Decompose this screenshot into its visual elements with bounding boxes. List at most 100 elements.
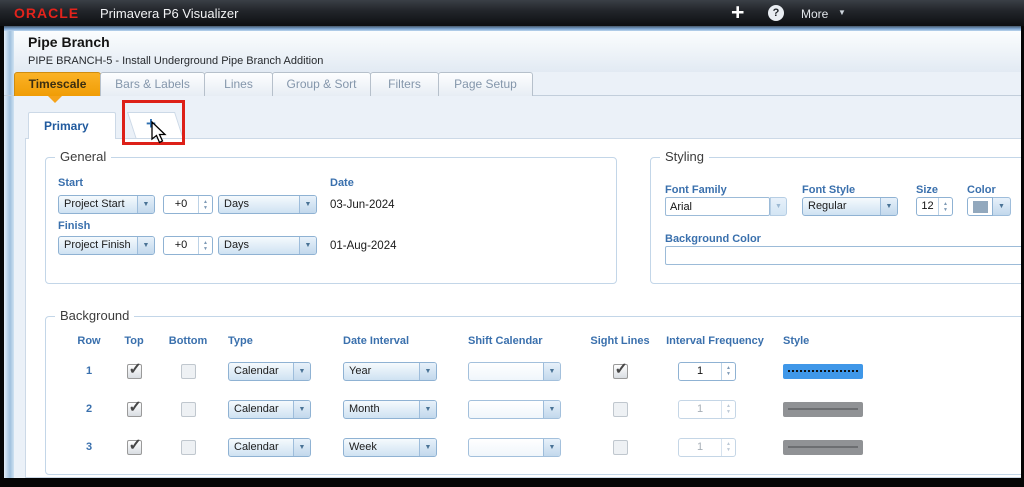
sight-lines-checkbox[interactable]: [612, 401, 628, 417]
finish-date-value: 01-Aug-2024: [330, 240, 397, 252]
chevron-down-icon[interactable]: ▼: [838, 8, 846, 17]
finish-anchor-select[interactable]: Project Finish: [58, 236, 155, 255]
help-icon[interactable]: ?: [768, 5, 784, 21]
style-button[interactable]: [783, 363, 863, 379]
top-checkbox[interactable]: [126, 397, 142, 417]
chevron-down-icon[interactable]: [299, 196, 316, 213]
start-anchor-value: Project Start: [64, 198, 125, 210]
page-title: Pipe Branch: [28, 34, 110, 50]
tab-filters[interactable]: Filters: [370, 72, 439, 96]
finish-unit-select[interactable]: Days: [218, 236, 317, 255]
date-label: Date: [330, 177, 354, 189]
chevron-down-icon[interactable]: [993, 197, 1011, 216]
bottom-checkbox[interactable]: [180, 439, 196, 455]
chevron-down-icon[interactable]: [419, 438, 436, 456]
background-table-header: Row Top Bottom Type Date Interval Shift …: [68, 330, 880, 352]
bottom-checkbox[interactable]: [180, 401, 196, 417]
table-cell: Calendar: [218, 428, 335, 466]
shift-calendar-select[interactable]: [468, 437, 561, 457]
font-size-stepper[interactable]: 12: [916, 197, 953, 216]
color-well[interactable]: [967, 197, 993, 216]
chevron-down-icon[interactable]: [419, 400, 436, 418]
chevron-down-icon[interactable]: [419, 362, 436, 380]
chevron-down-icon[interactable]: [293, 400, 310, 418]
chevron-down-icon[interactable]: [293, 362, 310, 380]
bottom-checkbox[interactable]: [180, 363, 196, 379]
app-title: Primavera P6 Visualizer: [100, 6, 239, 21]
style-button[interactable]: [783, 401, 863, 417]
shift-calendar-select[interactable]: [468, 361, 561, 381]
shift-calendar-select-value: [469, 401, 543, 418]
font-style-label: Font Style: [802, 184, 856, 196]
chevron-down-icon[interactable]: [137, 196, 154, 213]
column-row: Row: [77, 335, 101, 347]
type-select[interactable]: Calendar: [228, 437, 311, 457]
background-color-input[interactable]: [665, 246, 1024, 265]
sight-lines-checkbox[interactable]: [612, 359, 628, 379]
chevron-down-icon[interactable]: [293, 438, 310, 456]
more-menu[interactable]: More: [801, 7, 828, 21]
background-table: Row Top Bottom Type Date Interval Shift …: [68, 330, 880, 466]
window-border-left: [0, 26, 4, 487]
font-style-select[interactable]: Regular: [802, 197, 898, 216]
chevron-down-icon[interactable]: [299, 237, 316, 254]
style-button[interactable]: [783, 439, 863, 455]
tab-timescale[interactable]: Timescale: [14, 72, 101, 96]
table-cell: Calendar: [218, 390, 335, 428]
font-family-input[interactable]: [665, 197, 770, 216]
table-cell: 1: [655, 352, 775, 390]
chevron-down-icon[interactable]: [880, 198, 897, 215]
chevron-down-icon[interactable]: [137, 237, 154, 254]
table-cell: Calendar: [218, 352, 335, 390]
shift-calendar-select[interactable]: [468, 399, 561, 419]
start-unit-select[interactable]: Days: [218, 195, 317, 214]
start-offset-value: +0: [174, 198, 188, 210]
table-cell: [775, 390, 880, 428]
interval-frequency-spinner[interactable]: 1: [678, 361, 736, 381]
add-icon[interactable]: +: [731, 0, 744, 26]
table-cell: [158, 390, 218, 428]
tab-group-sort[interactable]: Group & Sort: [272, 72, 371, 96]
tab-page-setup[interactable]: Page Setup: [438, 72, 533, 96]
color-label: Color: [967, 184, 996, 196]
table-cell: [110, 352, 158, 390]
table-cell: [158, 428, 218, 466]
date-interval-select[interactable]: Year: [343, 361, 437, 381]
tab-bars-labels[interactable]: Bars & Labels: [100, 72, 205, 96]
finish-offset-stepper[interactable]: +0: [163, 236, 213, 255]
top-checkbox[interactable]: [126, 359, 142, 379]
start-anchor-select[interactable]: Project Start: [58, 195, 155, 214]
shift-calendar-select-value: [469, 363, 543, 380]
background-table-rows: 1 Calendar Year 1 2 Calendar Month 1 3 Calendar We…: [68, 352, 880, 466]
main-tab-bar: Timescale Bars & Labels Lines Group & So…: [14, 72, 533, 96]
table-cell: 1: [68, 352, 110, 390]
spinner-arrows-icon[interactable]: [198, 237, 212, 254]
start-unit-value: Days: [224, 198, 250, 210]
spinner-arrows-icon[interactable]: [198, 196, 212, 213]
window-border-bottom: [0, 478, 1024, 487]
sight-lines-checkbox[interactable]: [612, 439, 628, 455]
chevron-down-icon[interactable]: [543, 438, 560, 456]
start-offset-stepper[interactable]: +0: [163, 195, 213, 214]
spinner-arrows-icon[interactable]: [938, 198, 952, 215]
interval-frequency-spinner-value: 1: [696, 402, 704, 415]
type-select[interactable]: Calendar: [228, 399, 311, 419]
type-select-value: Calendar: [234, 364, 279, 377]
top-checkbox[interactable]: [126, 435, 142, 455]
table-cell: [775, 352, 880, 390]
type-select[interactable]: Calendar: [228, 361, 311, 381]
table-cell: [585, 352, 655, 390]
chevron-down-icon[interactable]: [543, 362, 560, 380]
styling-legend: Styling: [660, 149, 710, 164]
background-row-number: 3: [85, 441, 93, 453]
chevron-down-icon[interactable]: [770, 197, 787, 216]
spinner-arrows-icon[interactable]: [721, 362, 735, 380]
date-interval-select[interactable]: Month: [343, 399, 437, 419]
chevron-down-icon[interactable]: [543, 400, 560, 418]
table-cell: [460, 428, 585, 466]
tab-lines[interactable]: Lines: [204, 72, 273, 96]
subtab-primary[interactable]: Primary: [28, 112, 116, 139]
date-interval-select[interactable]: Week: [343, 437, 437, 457]
font-color-select[interactable]: [967, 197, 1011, 216]
font-family-label: Font Family: [665, 184, 727, 196]
